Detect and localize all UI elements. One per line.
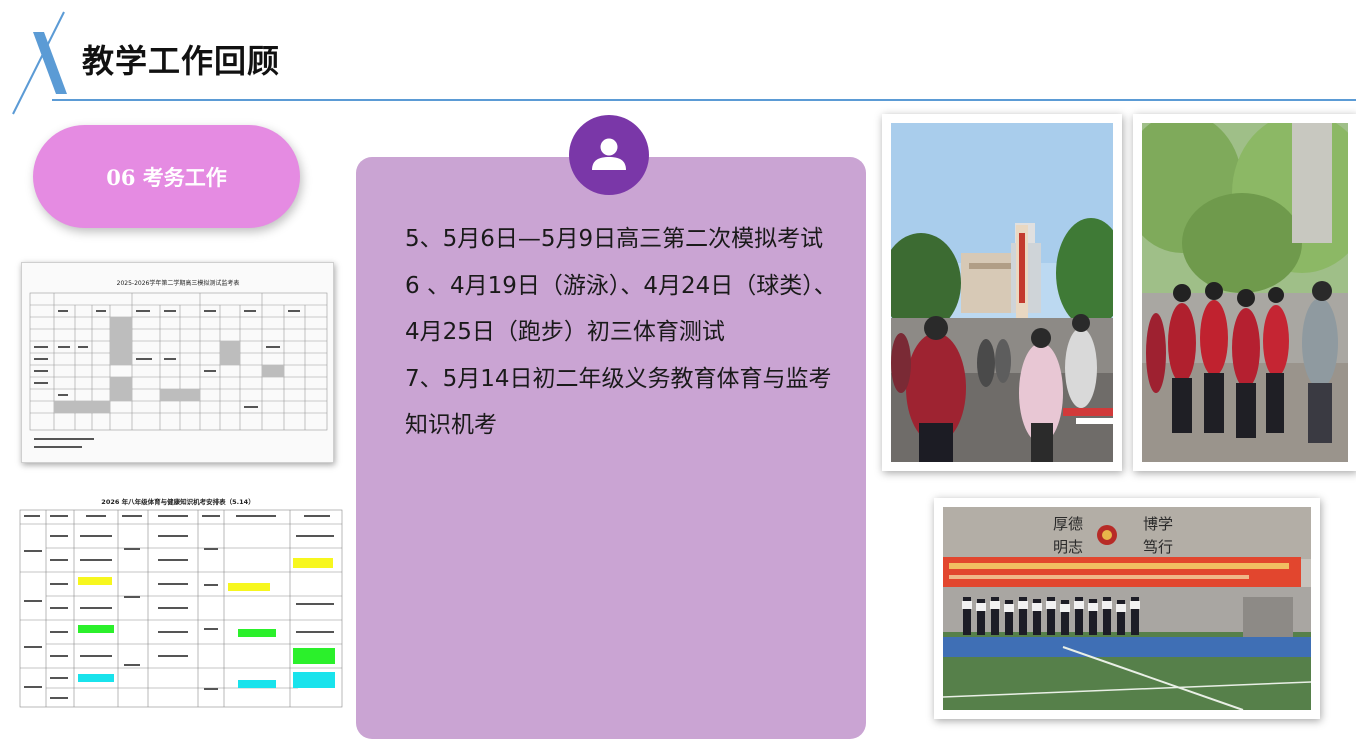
title-divider xyxy=(52,99,1356,101)
list-item: 5、5月6日—5月9日高三第二次模拟考试 xyxy=(405,226,824,252)
user-icon xyxy=(569,115,649,195)
computer-exam-table: 2026 年八年级体育与健康知识机考安排表（5.14） xyxy=(19,497,343,708)
list-item: 7、5月14日初二年级义务教育体育与监考知识机考 xyxy=(405,365,832,439)
computer-exam-schedule-image: 2026 年八年级体育与健康知识机考安排表（5.14） xyxy=(8,488,349,714)
section-pill: 06 考务工作 xyxy=(33,125,300,228)
svg-text:笃行: 笃行 xyxy=(1143,538,1173,556)
svg-text:厚德: 厚德 xyxy=(1053,515,1083,533)
exam-schedule-table: 2025-2026学年第二学期高三模拟测试监考表 xyxy=(29,279,328,448)
photo-school-gate xyxy=(882,114,1122,471)
svg-text:博学: 博学 xyxy=(1143,515,1173,533)
photo-students-outdoor xyxy=(1133,114,1356,471)
card-text: 5、5月6日—5月9日高三第二次模拟考试 6 、4月19日（游泳）、4月24日（… xyxy=(405,216,837,449)
section-pill-label: 06 考务工作 xyxy=(106,164,227,190)
svg-text:2025-2026学年第二学期高三模拟测试监考表: 2025-2026学年第二学期高三模拟测试监考表 xyxy=(117,279,240,287)
svg-text:2026 年八年级体育与健康知识机考安排表（5.14）: 2026 年八年级体育与健康知识机考安排表（5.14） xyxy=(101,497,254,506)
svg-text:明志: 明志 xyxy=(1053,538,1083,556)
exam-schedule-image: 2025-2026学年第二学期高三模拟测试监考表 xyxy=(21,262,334,463)
page-title: 教学工作回顾 xyxy=(82,42,281,80)
photo-school-field: 厚德 博学 明志 笃行 xyxy=(934,498,1320,719)
list-item: 6 、4月19日（游泳）、4月24日（球类）、4月25日（跑步）初三体育测试 xyxy=(405,272,837,346)
